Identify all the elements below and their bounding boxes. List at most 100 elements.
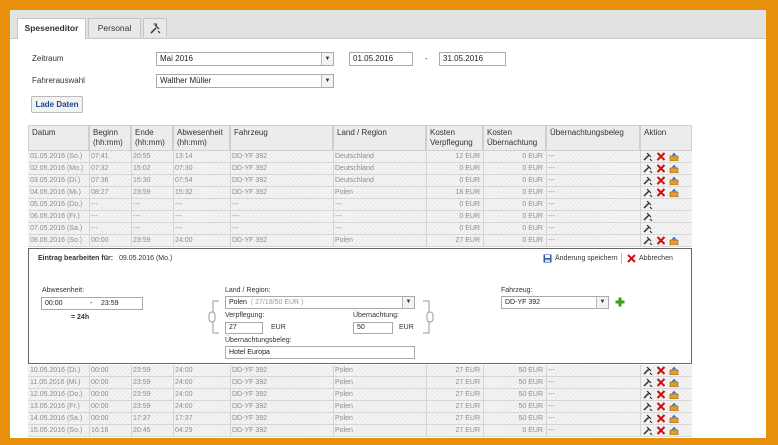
delete-icon[interactable] <box>656 426 666 435</box>
edit-tools-icon[interactable] <box>643 402 653 412</box>
verpflegung-input[interactable]: 27 <box>225 322 263 334</box>
action-edit[interactable] <box>643 224 653 234</box>
action-del[interactable] <box>656 390 666 399</box>
delete-icon[interactable] <box>656 176 666 185</box>
table-row[interactable]: 06.05.2016 (Fr.) --- --- --- --- --- 0 EUR 0 EU… <box>28 211 692 223</box>
table-row[interactable]: 07.05.2016 (Sa.) --- --- --- --- --- 0 EUR 0 EU… <box>28 223 692 235</box>
action-copy[interactable] <box>669 426 679 436</box>
edit-tools-icon[interactable] <box>643 236 653 246</box>
date-to-input[interactable]: 31.05.2016 <box>439 52 506 66</box>
action-edit[interactable] <box>643 212 653 222</box>
action-del[interactable] <box>656 164 666 173</box>
add-vehicle-icon[interactable] <box>615 297 625 307</box>
action-edit[interactable] <box>643 378 653 388</box>
delete-icon[interactable] <box>656 402 666 411</box>
action-edit[interactable] <box>643 366 653 376</box>
table-row[interactable]: 12.05.2016 (Do.) 00:00 23:59 24:00 DD-YF 392… <box>28 389 692 401</box>
delete-icon[interactable] <box>656 164 666 173</box>
uebernachtung-input[interactable]: 50 <box>353 322 393 334</box>
edit-tools-icon[interactable] <box>643 188 653 198</box>
action-del[interactable] <box>656 402 666 411</box>
action-copy[interactable] <box>669 366 679 376</box>
edit-tools-icon[interactable] <box>643 224 653 234</box>
action-del[interactable] <box>656 378 666 387</box>
action-edit[interactable] <box>643 236 653 246</box>
action-edit[interactable] <box>643 414 653 424</box>
delete-icon[interactable] <box>656 236 666 245</box>
action-edit[interactable] <box>643 200 653 210</box>
copy-entry-icon[interactable] <box>669 366 679 376</box>
action-edit[interactable] <box>643 152 653 162</box>
edit-tools-icon[interactable] <box>643 378 653 388</box>
table-row[interactable]: 10.05.2016 (Di.) 00:00 23:59 24:00 DD-YF 392… <box>28 365 692 377</box>
action-copy[interactable] <box>669 152 679 162</box>
action-copy[interactable] <box>669 236 679 246</box>
edit-tools-icon[interactable] <box>643 152 653 162</box>
table-row[interactable]: 11.05.2016 (Mi.) 00:00 23:59 24:00 DD-YF 392… <box>28 377 692 389</box>
edit-tools-icon[interactable] <box>643 390 653 400</box>
edit-tools-icon[interactable] <box>643 426 653 436</box>
table-row[interactable]: 13.05.2016 (Fr.) 00:00 23:59 24:00 DD-YF 392… <box>28 401 692 413</box>
action-edit[interactable] <box>643 164 653 174</box>
edit-tools-icon[interactable] <box>643 176 653 186</box>
table-row[interactable]: 02.05.2016 (Mo.) 07:32 15:02 07:30 DD-YF 392… <box>28 163 692 175</box>
edit-tools-icon[interactable] <box>643 366 653 376</box>
action-del[interactable] <box>656 176 666 185</box>
action-del[interactable] <box>656 366 666 375</box>
table-row[interactable]: 08.05.2016 (So.) 00:00 23:59 24:00 DD-YF 392… <box>28 235 692 247</box>
copy-entry-icon[interactable] <box>669 426 679 436</box>
table-row[interactable]: 04.05.2016 (Mi.) 08:27 23:59 15:32 DD-YF 392… <box>28 187 692 199</box>
delete-icon[interactable] <box>656 414 666 423</box>
action-edit[interactable] <box>643 176 653 186</box>
tab-tools[interactable] <box>143 18 167 37</box>
fahrer-select[interactable]: Walther Müller ▼ <box>156 74 334 88</box>
zeitraum-select[interactable]: Mai 2016 ▼ <box>156 52 334 66</box>
table-row[interactable]: 03.05.2016 (Di.) 07:36 15:30 07:54 DD-YF 392… <box>28 175 692 187</box>
copy-entry-icon[interactable] <box>669 164 679 174</box>
action-copy[interactable] <box>669 414 679 424</box>
copy-entry-icon[interactable] <box>669 176 679 186</box>
action-copy[interactable] <box>669 164 679 174</box>
delete-icon[interactable] <box>656 366 666 375</box>
time-from[interactable]: 00:00 <box>45 300 63 307</box>
load-data-button[interactable]: Lade Daten <box>31 96 83 113</box>
action-copy[interactable] <box>669 378 679 388</box>
table-row[interactable]: 14.05.2016 (Sa.) 00:00 17:37 17:37 DD-YF 392… <box>28 413 692 425</box>
edit-tools-icon[interactable] <box>643 212 653 222</box>
delete-icon[interactable] <box>656 378 666 387</box>
tab-personal[interactable]: Personal <box>88 18 141 37</box>
table-row[interactable]: 05.05.2016 (Do.) --- --- --- --- --- 0 EUR 0 EU… <box>28 199 692 211</box>
land-select[interactable]: Polen ( 27/18/50 EUR ) ▼ <box>225 296 415 309</box>
table-row[interactable]: 01.05.2016 (So.) 07:41 20:55 13:14 DD-YF 392… <box>28 151 692 163</box>
action-copy[interactable] <box>669 390 679 400</box>
delete-icon[interactable] <box>656 152 666 161</box>
action-del[interactable] <box>656 426 666 435</box>
action-edit[interactable] <box>643 188 653 198</box>
abwesenheit-time-field[interactable]: 00:00 - 23:59 <box>41 297 143 310</box>
copy-entry-icon[interactable] <box>669 152 679 162</box>
action-del[interactable] <box>656 414 666 423</box>
delete-icon[interactable] <box>656 188 666 197</box>
copy-entry-icon[interactable] <box>669 414 679 424</box>
date-from-input[interactable]: 01.05.2016 <box>349 52 413 66</box>
beleg-input[interactable]: Hotel Europa <box>225 346 415 359</box>
action-edit[interactable] <box>643 402 653 412</box>
copy-entry-icon[interactable] <box>669 236 679 246</box>
copy-entry-icon[interactable] <box>669 390 679 400</box>
action-copy[interactable] <box>669 402 679 412</box>
edit-tools-icon[interactable] <box>643 414 653 424</box>
copy-entry-icon[interactable] <box>669 188 679 198</box>
table-row[interactable]: 15.05.2016 (So.) 16:16 20:45 04:29 DD-YF 392… <box>28 425 692 437</box>
tab-speseneditor[interactable]: Speseneditor <box>17 18 86 39</box>
action-edit[interactable] <box>643 426 653 436</box>
action-del[interactable] <box>656 188 666 197</box>
action-del[interactable] <box>656 236 666 245</box>
action-edit[interactable] <box>643 390 653 400</box>
copy-entry-icon[interactable] <box>669 378 679 388</box>
action-copy[interactable] <box>669 188 679 198</box>
action-del[interactable] <box>656 152 666 161</box>
edit-tools-icon[interactable] <box>643 200 653 210</box>
edit-tools-icon[interactable] <box>643 164 653 174</box>
fahrzeug-select[interactable]: DD-YF 392 ▼ <box>501 296 609 309</box>
action-copy[interactable] <box>669 176 679 186</box>
